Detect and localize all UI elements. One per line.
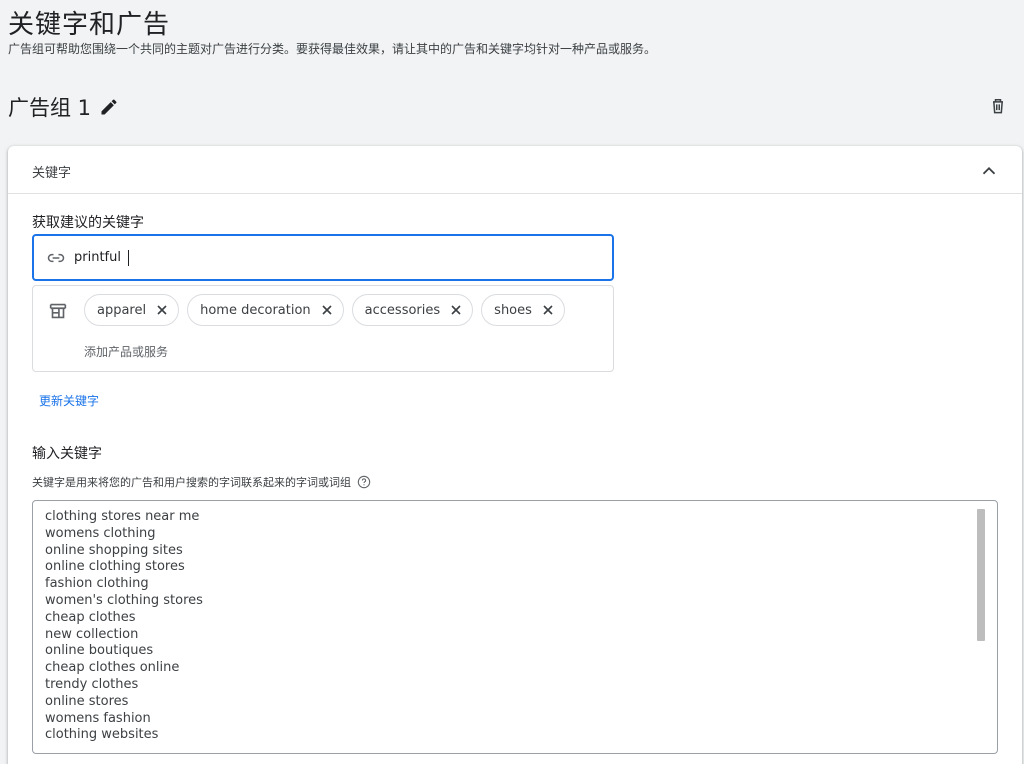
keyword-line: womens clothing bbox=[45, 525, 156, 541]
keyword-line: online clothing stores bbox=[45, 559, 185, 575]
chip-label: apparel bbox=[97, 302, 147, 318]
ad-group-title: 广告组 1 bbox=[8, 96, 92, 120]
close-icon[interactable] bbox=[448, 302, 464, 318]
hint-text: 关键字是用来将您的广告和用户搜索的字词联系起来的字词或词组 bbox=[32, 476, 351, 489]
url-input[interactable]: printful bbox=[74, 250, 121, 265]
keyword-line: online shopping sites bbox=[45, 542, 183, 558]
keywords-list: clothing stores near me womens clothing … bbox=[45, 509, 203, 744]
page-subtitle: 广告组可帮助您围绕一个共同的主题对广告进行分类。要获得最佳效果，请让其中的广告和… bbox=[8, 42, 657, 56]
close-icon[interactable] bbox=[540, 302, 556, 318]
keyword-line: new collection bbox=[45, 626, 139, 642]
keywords-hint: 关键字是用来将您的广告和用户搜索的字词联系起来的字词或词组 bbox=[32, 474, 371, 490]
keyword-line: clothing websites bbox=[45, 727, 159, 743]
ad-group-header: 广告组 1 bbox=[8, 92, 119, 122]
help-circle-icon[interactable] bbox=[357, 475, 371, 489]
chip-label: home decoration bbox=[200, 302, 311, 318]
keyword-line: cheap clothes online bbox=[45, 660, 180, 676]
keywords-card-title: 关键字 bbox=[32, 166, 72, 181]
chip-home-decoration[interactable]: home decoration bbox=[187, 294, 344, 326]
products-services-box[interactable]: apparel home decoration accessories shoe… bbox=[32, 285, 614, 372]
textarea-scrollbar[interactable] bbox=[977, 509, 985, 641]
keywords-textarea[interactable]: clothing stores near me womens clothing … bbox=[32, 500, 998, 754]
keyword-line: women's clothing stores bbox=[45, 592, 203, 608]
enter-keywords-label: 输入关键字 bbox=[32, 446, 102, 462]
keyword-line: online boutiques bbox=[45, 643, 154, 659]
chip-shoes[interactable]: shoes bbox=[481, 294, 565, 326]
link-icon bbox=[46, 248, 66, 268]
page-title: 关键字和广告 bbox=[8, 10, 171, 40]
keyword-line: cheap clothes bbox=[45, 609, 136, 625]
keyword-line: womens fashion bbox=[45, 710, 151, 726]
keyword-line: clothing stores near me bbox=[45, 509, 200, 524]
keyword-line: online stores bbox=[45, 693, 129, 709]
keyword-line: fashion clothing bbox=[45, 576, 149, 592]
add-products-input[interactable]: 添加产品或服务 bbox=[84, 343, 168, 360]
url-input-box[interactable]: printful bbox=[32, 234, 614, 281]
chevron-up-icon[interactable] bbox=[978, 160, 1000, 182]
update-keywords-link[interactable]: 更新关键字 bbox=[39, 392, 99, 409]
chip-accessories[interactable]: accessories bbox=[351, 294, 474, 326]
chip-apparel[interactable]: apparel bbox=[84, 294, 180, 326]
keyword-line: trendy clothes bbox=[45, 676, 139, 692]
keywords-card: 关键字 获取建议的关键字 printful apparel home decor… bbox=[8, 146, 1022, 764]
chip-label: accessories bbox=[364, 302, 441, 318]
product-chips: apparel home decoration accessories shoe… bbox=[84, 294, 565, 326]
trash-icon[interactable] bbox=[988, 96, 1008, 116]
close-icon[interactable] bbox=[319, 302, 335, 318]
keywords-card-header[interactable]: 关键字 bbox=[8, 146, 1022, 194]
close-icon[interactable] bbox=[154, 302, 170, 318]
pencil-icon[interactable] bbox=[99, 97, 119, 117]
chip-label: shoes bbox=[494, 302, 532, 318]
text-caret bbox=[127, 249, 129, 266]
storefront-icon bbox=[47, 300, 69, 322]
suggest-keywords-label: 获取建议的关键字 bbox=[32, 215, 144, 231]
